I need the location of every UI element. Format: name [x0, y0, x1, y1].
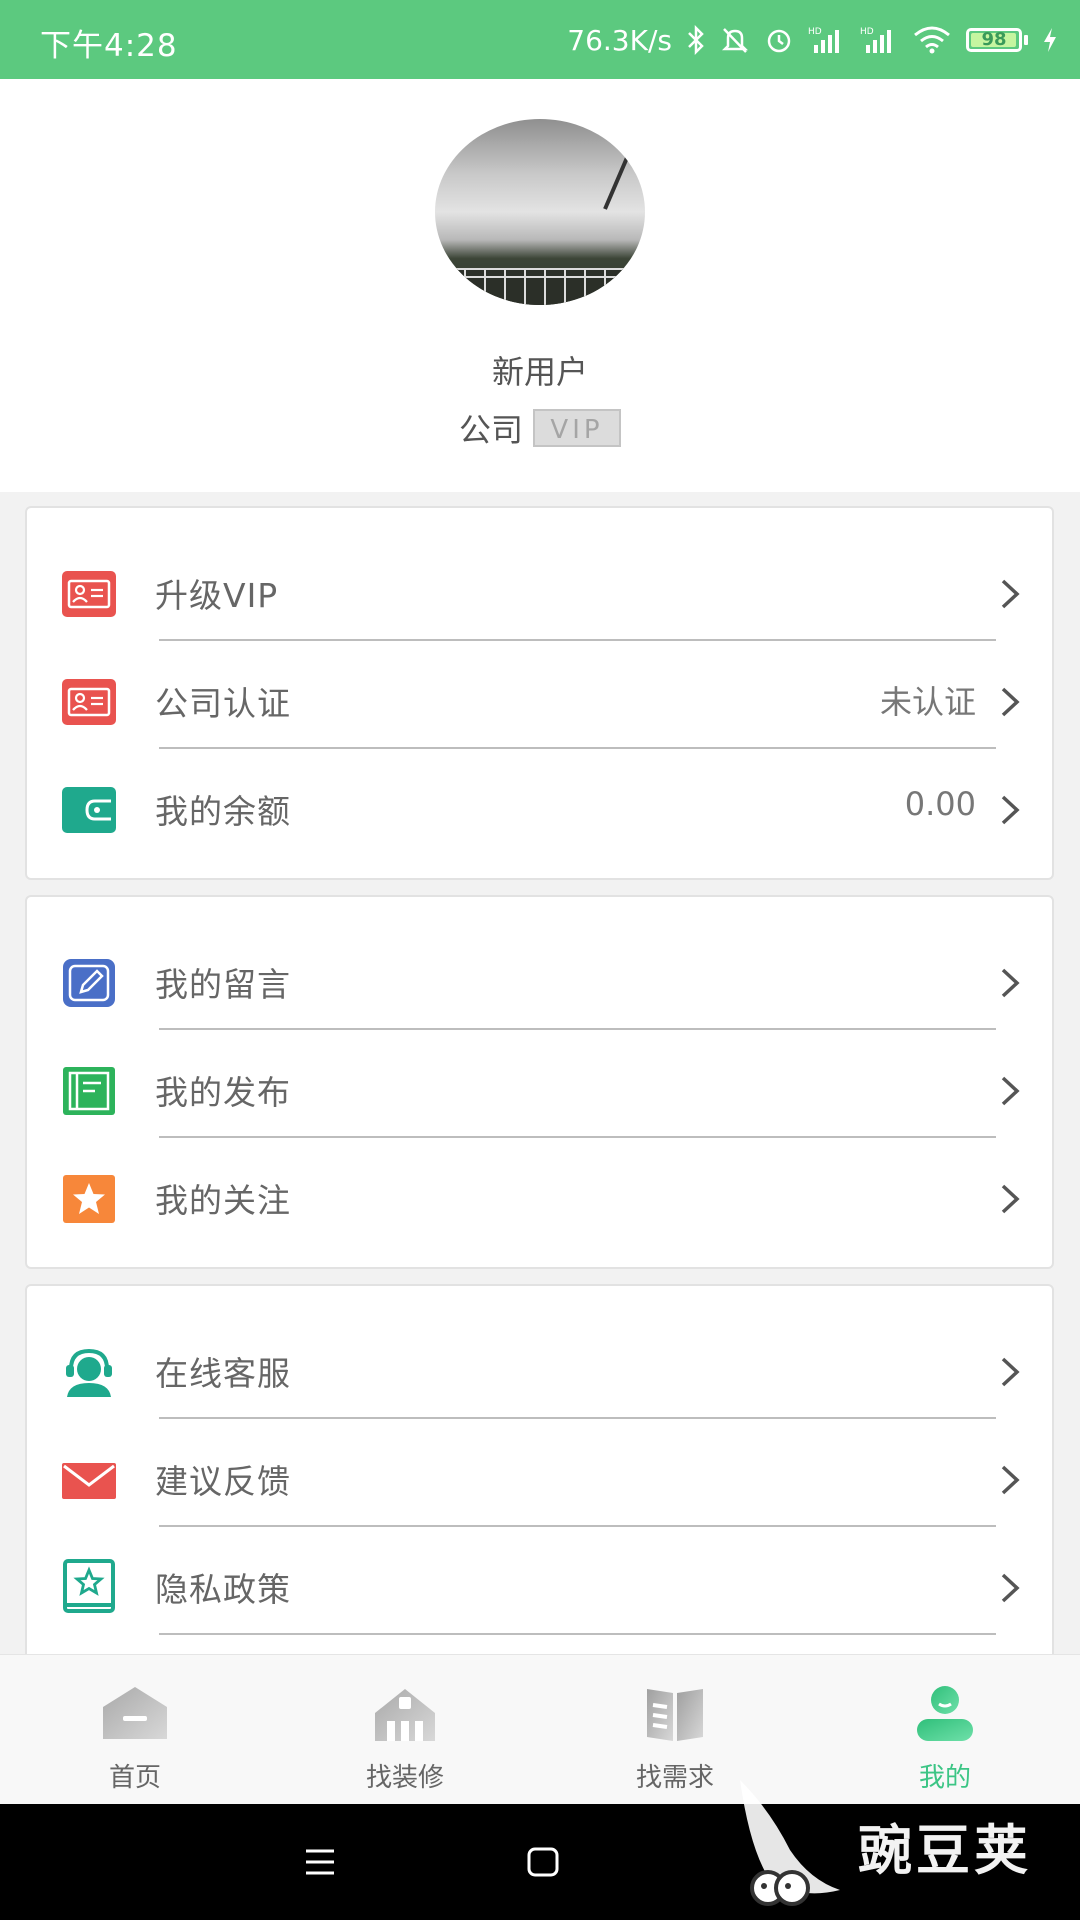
divider [159, 1633, 996, 1635]
menu-item-label: 建议反馈 [155, 1462, 291, 1501]
net-speed: 76.3K/s [567, 23, 672, 57]
menu-card-support: 在线客服 建议反馈 隐私政策 [25, 1284, 1054, 1704]
tab-label: 找装修 [365, 1763, 444, 1793]
bluetooth-icon [686, 25, 706, 55]
id-card-icon [62, 679, 116, 725]
menu-item-upgrade-vip[interactable]: 升级VIP [27, 539, 1052, 647]
verify-status: 未认证 [879, 683, 976, 721]
home-button-icon[interactable] [526, 1846, 560, 1878]
menu-item-feedback[interactable]: 建议反馈 [27, 1425, 1052, 1533]
edit-note-icon [63, 959, 115, 1007]
menu-item-privacy-policy[interactable]: 隐私政策 [27, 1533, 1052, 1641]
divider [159, 1028, 996, 1030]
star-icon [63, 1175, 115, 1223]
battery-icon: 98 [966, 28, 1028, 52]
menu-item-label: 我的发布 [155, 1073, 291, 1112]
username: 新用户 [491, 353, 588, 391]
chevron-right-icon [1001, 1076, 1020, 1106]
menu-card-account: 升级VIP 公司认证 未认证 我的余额 0.00 [25, 506, 1054, 880]
menu-item-label: 公司认证 [155, 684, 291, 723]
menu-item-label: 隐私政策 [155, 1570, 291, 1609]
pea-pod-logo-icon [740, 1780, 840, 1906]
menu-item-my-posts[interactable]: 我的发布 [27, 1036, 1052, 1144]
menu-item-label: 升级VIP [155, 576, 279, 615]
divider [159, 1525, 996, 1527]
signal-icon-1: HD [808, 25, 846, 55]
menu-item-balance[interactable]: 我的余额 0.00 [27, 755, 1052, 863]
charging-icon [1042, 26, 1058, 54]
status-icons: 76.3K/s HD HD 98 [567, 18, 1058, 62]
chevron-right-icon [1001, 687, 1020, 717]
home-icon [103, 1687, 167, 1739]
notebook-icon [63, 1067, 115, 1115]
divider [159, 1136, 996, 1138]
menu-item-label: 我的关注 [155, 1181, 291, 1220]
menu-item-my-messages[interactable]: 我的留言 [27, 928, 1052, 1036]
chevron-right-icon [1001, 1184, 1020, 1214]
balance-value: 0.00 [904, 785, 976, 823]
chevron-right-icon [1001, 968, 1020, 998]
avatar[interactable] [435, 119, 645, 305]
tab-home[interactable]: 首页 [0, 1655, 270, 1805]
menu-icon[interactable] [304, 1848, 336, 1876]
chevron-right-icon [1001, 1465, 1020, 1495]
menu-item-company-verify[interactable]: 公司认证 未认证 [27, 647, 1052, 755]
hd-label: HD [808, 27, 822, 37]
signal-icon-2: HD [860, 25, 898, 55]
chevron-right-icon [1001, 1357, 1020, 1387]
book-icon [647, 1689, 703, 1741]
menu-item-my-follows[interactable]: 我的关注 [27, 1144, 1052, 1252]
profile-header: 新用户 公司 VIP [0, 79, 1080, 492]
menu-item-online-service[interactable]: 在线客服 [27, 1317, 1052, 1425]
chevron-right-icon [1001, 795, 1020, 825]
customer-service-icon [66, 1348, 112, 1397]
divider [159, 639, 996, 641]
alarm-icon [764, 25, 794, 55]
menu-item-label: 我的留言 [155, 965, 291, 1004]
privacy-book-icon [63, 1559, 115, 1613]
menu-item-label: 我的余额 [155, 792, 291, 831]
tab-label: 首页 [108, 1763, 161, 1793]
divider [159, 747, 996, 749]
vip-badge: VIP [533, 409, 621, 447]
menu-card-content: 我的留言 我的发布 我的关注 [25, 895, 1054, 1269]
menu-item-label: 在线客服 [155, 1354, 291, 1393]
user-icon [917, 1686, 973, 1741]
wallet-icon [62, 787, 116, 833]
building-icon [375, 1689, 435, 1741]
wifi-icon [912, 25, 952, 55]
chevron-right-icon [1001, 579, 1020, 609]
divider [159, 1417, 996, 1419]
bell-off-icon [720, 25, 750, 55]
chevron-right-icon [1001, 1573, 1020, 1603]
status-bar: 下午4:28 76.3K/s HD HD 98 [0, 0, 1080, 79]
role-line: 公司 VIP [0, 405, 1080, 451]
battery-percent: 98 [981, 29, 1007, 50]
hd-label: HD [860, 27, 874, 37]
watermark-text: 豌豆荚 [858, 1819, 1032, 1882]
mail-icon [62, 1463, 116, 1499]
watermark: 豌豆荚 [730, 1760, 1060, 1910]
status-time: 下午4:28 [40, 28, 178, 64]
tab-find-decoration[interactable]: 找装修 [270, 1655, 540, 1805]
id-card-icon [62, 571, 116, 617]
role-label: 公司 [458, 411, 523, 449]
